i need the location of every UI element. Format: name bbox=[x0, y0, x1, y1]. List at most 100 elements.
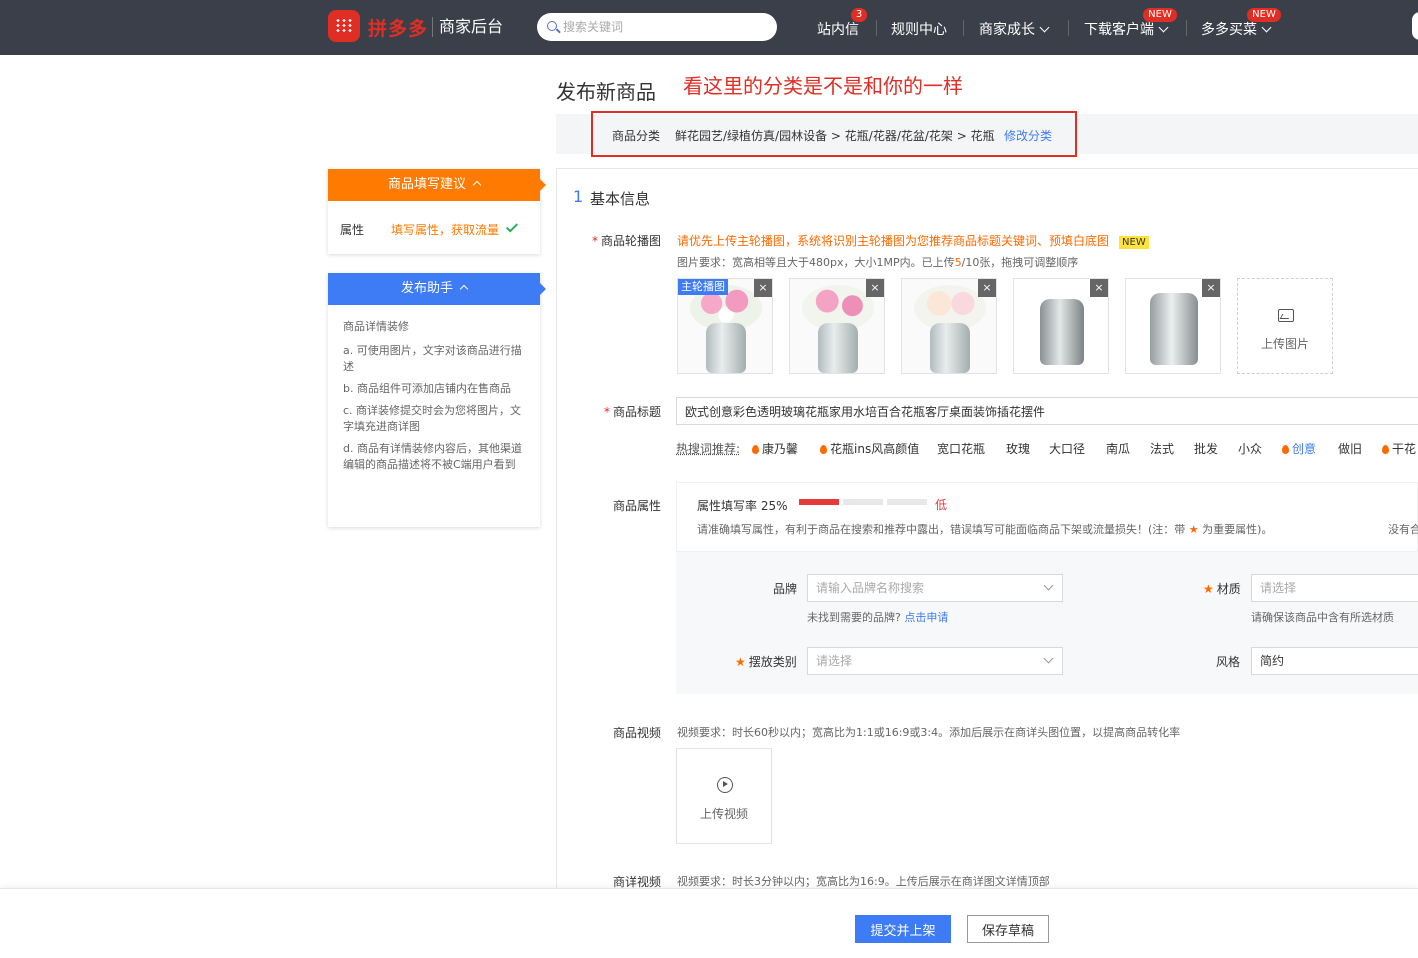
close-icon[interactable]: × bbox=[866, 279, 884, 297]
image-icon bbox=[1278, 309, 1294, 322]
brand-hint: 未找到需要的品牌? 点击申请 bbox=[807, 611, 949, 624]
pdd-logo-icon[interactable] bbox=[328, 10, 360, 42]
material-hint: 请确保该商品中含有所选材质 bbox=[1251, 611, 1394, 624]
placement-select[interactable]: 请选择 bbox=[807, 647, 1063, 675]
submit-button[interactable]: 提交并上架 bbox=[855, 915, 951, 943]
upload-image-button[interactable]: 上传图片 bbox=[1237, 278, 1333, 374]
fill-level: 低 bbox=[935, 498, 948, 512]
carousel-notice: 请优先上传主轮播图，系统将识别主轮播图为您推荐商品标题关键词、预填白底图 NEW bbox=[677, 232, 1149, 249]
fire-icon bbox=[752, 445, 759, 454]
upload-video-button[interactable]: 上传视频 bbox=[676, 748, 772, 844]
search-box[interactable] bbox=[537, 13, 777, 41]
close-icon[interactable]: × bbox=[754, 279, 772, 297]
search-icon[interactable] bbox=[547, 21, 557, 31]
hot-word[interactable]: 宽口花瓶 bbox=[937, 440, 985, 457]
apply-brand-link[interactable]: 点击申请 bbox=[904, 611, 948, 624]
nav-divider bbox=[1186, 20, 1187, 36]
upload-video-label: 上传视频 bbox=[699, 807, 748, 821]
material-select[interactable]: 请选择 bbox=[1251, 574, 1418, 602]
carousel-image-3[interactable]: × bbox=[901, 278, 997, 374]
chevron-down-icon bbox=[1158, 22, 1169, 33]
chevron-down-icon bbox=[1261, 22, 1272, 33]
helper-tip: b. 商品组件可添加店铺内在售商品 bbox=[343, 382, 511, 395]
detail-video-requirement: 视频要求：时长3分钟以内；宽高比为16:9。上传后展示在商详图文详情顶部 bbox=[677, 875, 1050, 888]
carousel-image-2[interactable]: × bbox=[789, 278, 885, 374]
video-requirement: 视频要求：时长60秒以内；宽高比为1:1或16:9或3:4。添加后展示在商详头图… bbox=[677, 726, 1181, 739]
fire-icon bbox=[820, 445, 827, 454]
carousel-image-1[interactable]: 主轮播图 × bbox=[677, 278, 773, 374]
nav-rules[interactable]: 规则中心 bbox=[891, 19, 947, 39]
nav-growth[interactable]: 商家成长 bbox=[979, 19, 1050, 39]
close-icon[interactable]: × bbox=[978, 279, 996, 297]
hot-word[interactable]: 法式 bbox=[1150, 440, 1174, 457]
brand-name[interactable]: 拼多多 bbox=[368, 14, 428, 41]
chevron-down-icon bbox=[1043, 580, 1054, 591]
suggest-item-label: 属性 bbox=[340, 223, 365, 237]
nav-edge-button[interactable] bbox=[1412, 12, 1418, 40]
hot-word[interactable]: 大口径 bbox=[1049, 440, 1085, 457]
brand-subtitle[interactable]: 商家后台 bbox=[432, 17, 503, 37]
helper-panel-title: 发布助手 bbox=[400, 281, 453, 296]
suggest-panel-header[interactable]: 商品填写建议 bbox=[328, 169, 546, 201]
helper-panel-header[interactable]: 发布助手 bbox=[328, 273, 546, 305]
nav-divider bbox=[876, 20, 877, 36]
brand-label: 品牌 bbox=[773, 582, 798, 596]
save-draft-button[interactable]: 保存草稿 bbox=[967, 915, 1049, 943]
hot-word[interactable]: 南瓜 bbox=[1106, 440, 1130, 457]
helper-tip: a. 可使用图片，文字对该商品进行描述 bbox=[343, 344, 522, 373]
helper-panel: 发布助手 商品详情装修 a. 可使用图片，文字对该商品进行描述 b. 商品组件可… bbox=[328, 273, 546, 527]
carousel-requirement: 图片要求：宽高相等且大于480px，大小1MP内。已上传5/10张，拖拽可调整顺… bbox=[677, 256, 1079, 269]
hot-word[interactable]: 批发 bbox=[1194, 440, 1218, 457]
search-input[interactable] bbox=[563, 18, 763, 36]
carousel-image-4[interactable]: × bbox=[1013, 278, 1109, 374]
helper-heading: 商品详情装修 bbox=[343, 320, 409, 333]
attributes-right-text: 没有合 bbox=[1388, 523, 1418, 536]
inbox-count-badge: 3 bbox=[851, 8, 867, 22]
attributes-label: 商品属性 bbox=[612, 499, 661, 513]
nav-duoduo-maicai[interactable]: 多多买菜 bbox=[1201, 19, 1272, 39]
nav-download[interactable]: 下载客户端 bbox=[1084, 19, 1169, 39]
nav-inbox-label: 站内信 bbox=[817, 22, 859, 38]
fire-icon bbox=[1282, 445, 1289, 454]
hot-word[interactable]: 玫瑰 bbox=[1006, 440, 1030, 457]
hot-word[interactable]: 做旧 bbox=[1338, 440, 1362, 457]
close-icon[interactable]: × bbox=[1090, 279, 1108, 297]
fill-progress-segment bbox=[799, 499, 839, 505]
nav-growth-label: 商家成长 bbox=[979, 22, 1035, 38]
title-label: * 商品标题 bbox=[603, 405, 661, 419]
chevron-up-icon bbox=[472, 180, 482, 190]
fire-icon bbox=[1382, 445, 1389, 454]
nav-divider bbox=[1068, 20, 1069, 36]
fill-rate-text: 属性填写率 25% bbox=[697, 499, 788, 513]
section-title: 基本信息 bbox=[590, 190, 651, 208]
style-select[interactable]: 简约 bbox=[1251, 647, 1418, 675]
close-icon[interactable]: × bbox=[1202, 279, 1220, 297]
chevron-up-icon bbox=[459, 284, 469, 294]
hot-word[interactable]: 花瓶ins风高颜值 bbox=[820, 440, 919, 457]
chevron-down-icon bbox=[1039, 22, 1050, 33]
video-label: 商品视频 bbox=[612, 726, 661, 740]
fill-progress-segment bbox=[887, 499, 927, 505]
brand-select[interactable]: 请输入品牌名称搜索 bbox=[807, 574, 1063, 602]
hot-word[interactable]: 干花 bbox=[1382, 440, 1416, 457]
form-border bbox=[556, 168, 557, 888]
hot-word[interactable]: 康乃馨 bbox=[752, 440, 798, 457]
form-border bbox=[556, 168, 1418, 169]
style-label: 风格 bbox=[1216, 655, 1241, 669]
footer-bar bbox=[0, 888, 1418, 958]
hot-word[interactable]: 创意 bbox=[1282, 440, 1316, 457]
nav-duoduo-label: 多多买菜 bbox=[1201, 22, 1257, 38]
hot-words-label: 热搜词推荐: bbox=[676, 442, 741, 456]
new-tag: NEW bbox=[1119, 236, 1149, 249]
suggest-item[interactable]: 填写属性，获取流量 bbox=[391, 220, 519, 238]
nav-inbox[interactable]: 站内信 bbox=[817, 19, 859, 39]
duoduo-new-badge: NEW bbox=[1247, 8, 1281, 22]
hot-word[interactable]: 小众 bbox=[1238, 440, 1262, 457]
placement-label: ★ 摆放类别 bbox=[735, 655, 797, 669]
carousel-image-5[interactable]: × bbox=[1125, 278, 1221, 374]
check-icon bbox=[506, 220, 519, 233]
fill-progress-segment bbox=[843, 499, 883, 505]
suggest-panel-title: 商品填写建议 bbox=[387, 177, 466, 192]
section-number: 1 bbox=[573, 187, 584, 206]
title-input[interactable] bbox=[676, 397, 1418, 425]
